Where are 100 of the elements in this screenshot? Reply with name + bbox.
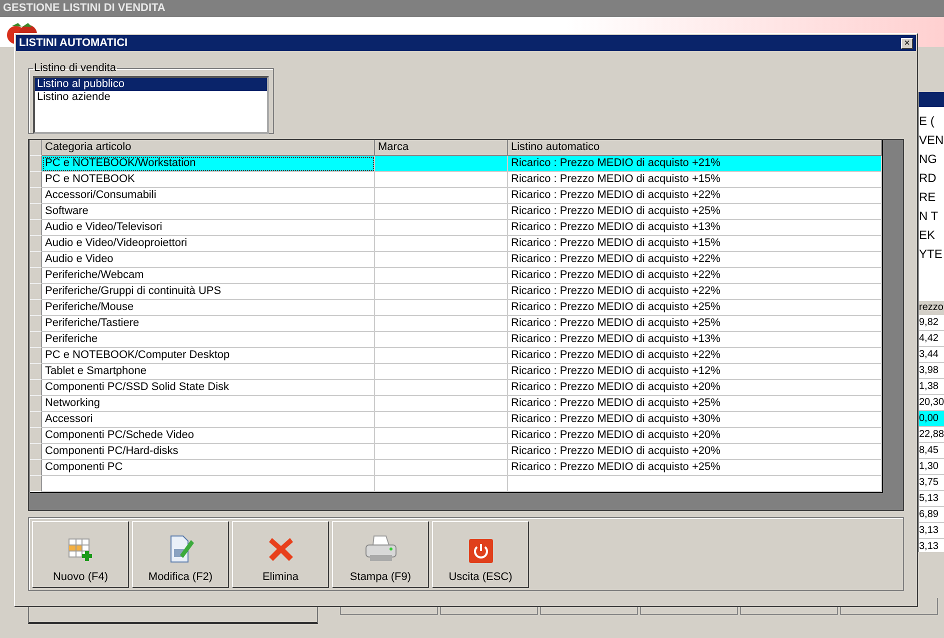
- info-text: NG: [919, 151, 938, 168]
- new-button[interactable]: Nuovo (F4): [32, 521, 129, 588]
- table-row[interactable]: Periferiche Ricarico : Prezzo MEDIO di acquisto +13%: [30, 332, 882, 348]
- table-cell: Periferiche/Tastiere: [42, 316, 375, 332]
- table-row[interactable]: Tablet e Smartphone Ricarico : Prezzo MEDIO di acquisto +12%: [30, 364, 882, 380]
- row-indicator: [30, 380, 42, 396]
- table-cell: Accessori/Consumabili: [42, 188, 375, 204]
- info-text: EK: [919, 227, 936, 244]
- table-cell: Ricarico : Prezzo MEDIO di acquisto +12%: [508, 364, 882, 380]
- table-row[interactable]: Audio e Video/Videoproiettori Ricarico : Prezzo MEDIO di acquisto +15%: [30, 236, 882, 252]
- exit-button[interactable]: Uscita (ESC): [432, 521, 529, 588]
- table-cell: Ricarico : Prezzo MEDIO di acquisto +22%: [508, 252, 882, 268]
- row-indicator: [30, 172, 42, 188]
- row-indicator: [30, 252, 42, 268]
- print-button[interactable]: Stampa (F9): [332, 521, 429, 588]
- row-indicator: [30, 476, 42, 492]
- row-indicator: [30, 412, 42, 428]
- table-cell: Ricarico : Prezzo MEDIO di acquisto +13%: [508, 332, 882, 348]
- price-cell: 3,13: [919, 539, 944, 552]
- table-cell: Periferiche: [42, 332, 375, 348]
- table-row[interactable]: Componenti PC/Hard-disks Ricarico : Prezzo MEDIO di acquisto +20%: [30, 444, 882, 460]
- table-row[interactable]: Periferiche/Tastiere Ricarico : Prezzo MEDIO di acquisto +25%: [30, 316, 882, 332]
- table-row[interactable]: Componenti PC/SSD Solid State Disk Ricarico : Prezzo MEDIO di acquisto +20%: [30, 380, 882, 396]
- table-row[interactable]: Periferiche/Gruppi di continuità UPS Ricarico : Prezzo MEDIO di acquisto +22%: [30, 284, 882, 300]
- table-row[interactable]: PC e NOTEBOOK/Computer Desktop Ricarico : Prezzo MEDIO di acquisto +22%: [30, 348, 882, 364]
- table-cell: Ricarico : Prezzo MEDIO di acquisto +22%: [508, 188, 882, 204]
- table-cell: Ricarico : Prezzo MEDIO di acquisto +25%: [508, 460, 882, 476]
- table-cell: Networking: [42, 396, 375, 412]
- column-header[interactable]: Listino automatico: [508, 140, 882, 156]
- table-cell: Ricarico : Prezzo MEDIO di acquisto +30%: [508, 412, 882, 428]
- close-button[interactable]: ×: [901, 38, 913, 48]
- list-item[interactable]: Listino al pubblico: [35, 78, 267, 91]
- table-cell: Ricarico : Prezzo MEDIO di acquisto +22%: [508, 284, 882, 300]
- dialog-title: LISTINI AUTOMATICI: [19, 37, 128, 49]
- cross-icon: [266, 535, 294, 563]
- table-cell: Ricarico : Prezzo MEDIO di acquisto +25%: [508, 204, 882, 220]
- table-cell: Componenti PC/SSD Solid State Disk: [42, 380, 375, 396]
- row-indicator: [30, 332, 42, 348]
- row-indicator: [30, 204, 42, 220]
- table-cell: Ricarico : Prezzo MEDIO di acquisto +25%: [508, 316, 882, 332]
- table-row[interactable]: Audio e Video Ricarico : Prezzo MEDIO di acquisto +22%: [30, 252, 882, 268]
- table-cell: Ricarico : Prezzo MEDIO di acquisto +15%: [508, 172, 882, 188]
- price-cell: 3,13: [919, 523, 944, 539]
- price-cell: 9,82: [919, 315, 944, 331]
- delete-button[interactable]: Elimina: [232, 521, 329, 588]
- price-cell: 4,42: [919, 331, 944, 347]
- table-row[interactable]: Accessori/Consumabili Ricarico : Prezzo MEDIO di acquisto +22%: [30, 188, 882, 204]
- table-cell: Ricarico : Prezzo MEDIO di acquisto +15%: [508, 236, 882, 252]
- table-row[interactable]: Periferiche/Webcam Ricarico : Prezzo MEDIO di acquisto +22%: [30, 268, 882, 284]
- price-cell: 1,38: [919, 379, 944, 395]
- info-text: RD: [919, 170, 938, 187]
- list-box[interactable]: Listino al pubblico Listino aziende: [33, 76, 269, 134]
- table-cell: Ricarico : Prezzo MEDIO di acquisto +22%: [508, 268, 882, 284]
- power-icon: [468, 539, 492, 563]
- price-cell: 0,00: [919, 411, 944, 427]
- row-indicator: [30, 140, 42, 156]
- table-row[interactable]: PC e NOTEBOOK/Workstation Ricarico : Prezzo MEDIO di acquisto +21%: [30, 156, 882, 172]
- table-cell: Periferiche/Mouse: [42, 300, 375, 316]
- row-indicator: [30, 396, 42, 412]
- table-cell: Ricarico : Prezzo MEDIO di acquisto +20%: [508, 444, 882, 460]
- price-cell: 8,45: [919, 443, 944, 459]
- row-indicator: [30, 268, 42, 284]
- table-cell: Ricarico : Prezzo MEDIO di acquisto +13%: [508, 220, 882, 236]
- table-cell: PC e NOTEBOOK: [42, 172, 375, 188]
- list-item[interactable]: Listino aziende: [35, 91, 267, 104]
- document-pencil-icon: [168, 535, 194, 563]
- info-text: N T: [919, 208, 940, 225]
- info-text: RE: [919, 189, 937, 206]
- table-cell: Accessori: [42, 412, 375, 428]
- table-row[interactable]: PC e NOTEBOOK Ricarico : Prezzo MEDIO di acquisto +15%: [30, 172, 882, 188]
- edit-button[interactable]: Modifica (F2): [132, 521, 229, 588]
- table-row[interactable]: Networking Ricarico : Prezzo MEDIO di acquisto +25%: [30, 396, 882, 412]
- column-header[interactable]: Categoria articolo: [42, 140, 375, 156]
- row-indicator: [30, 236, 42, 252]
- price-cell: 6,89: [919, 507, 944, 523]
- table-cell: Ricarico : Prezzo MEDIO di acquisto +20%: [508, 380, 882, 396]
- table-cell: Componenti PC/Schede Video: [42, 428, 375, 444]
- window-title: GESTIONE LISTINI DI VENDITA: [0, 0, 944, 17]
- table-row[interactable]: Componenti PC Ricarico : Prezzo MEDIO di acquisto +25%: [30, 460, 882, 476]
- table-cell: Software: [42, 204, 375, 220]
- table-row[interactable]: Componenti PC/Schede Video Ricarico : Prezzo MEDIO di acquisto +20%: [30, 428, 882, 444]
- table-cell: Ricarico : Prezzo MEDIO di acquisto +22%: [508, 348, 882, 364]
- row-indicator: [30, 364, 42, 380]
- row-indicator: [30, 188, 42, 204]
- row-indicator: [30, 156, 42, 172]
- row-indicator: [30, 220, 42, 236]
- info-text: VEN: [919, 132, 944, 149]
- row-indicator: [30, 316, 42, 332]
- table-row[interactable]: Periferiche/Mouse Ricarico : Prezzo MEDIO di acquisto +25%: [30, 300, 882, 316]
- table-row[interactable]: Audio e Video/Televisori Ricarico : Prezzo MEDIO di acquisto +13%: [30, 220, 882, 236]
- row-indicator: [30, 444, 42, 460]
- header-bar: [919, 92, 944, 107]
- printer-icon: [364, 535, 398, 563]
- table-cell: Ricarico : Prezzo MEDIO di acquisto +20%: [508, 428, 882, 444]
- table-cell: Componenti PC/Hard-disks: [42, 444, 375, 460]
- table-row[interactable]: Software Ricarico : Prezzo MEDIO di acquisto +25%: [30, 204, 882, 220]
- table-cell: Audio e Video: [42, 252, 375, 268]
- column-header[interactable]: Marca: [375, 140, 508, 156]
- table-cell: PC e NOTEBOOK/Workstation: [42, 156, 375, 172]
- table-row[interactable]: Accessori Ricarico : Prezzo MEDIO di acquisto +30%: [30, 412, 882, 428]
